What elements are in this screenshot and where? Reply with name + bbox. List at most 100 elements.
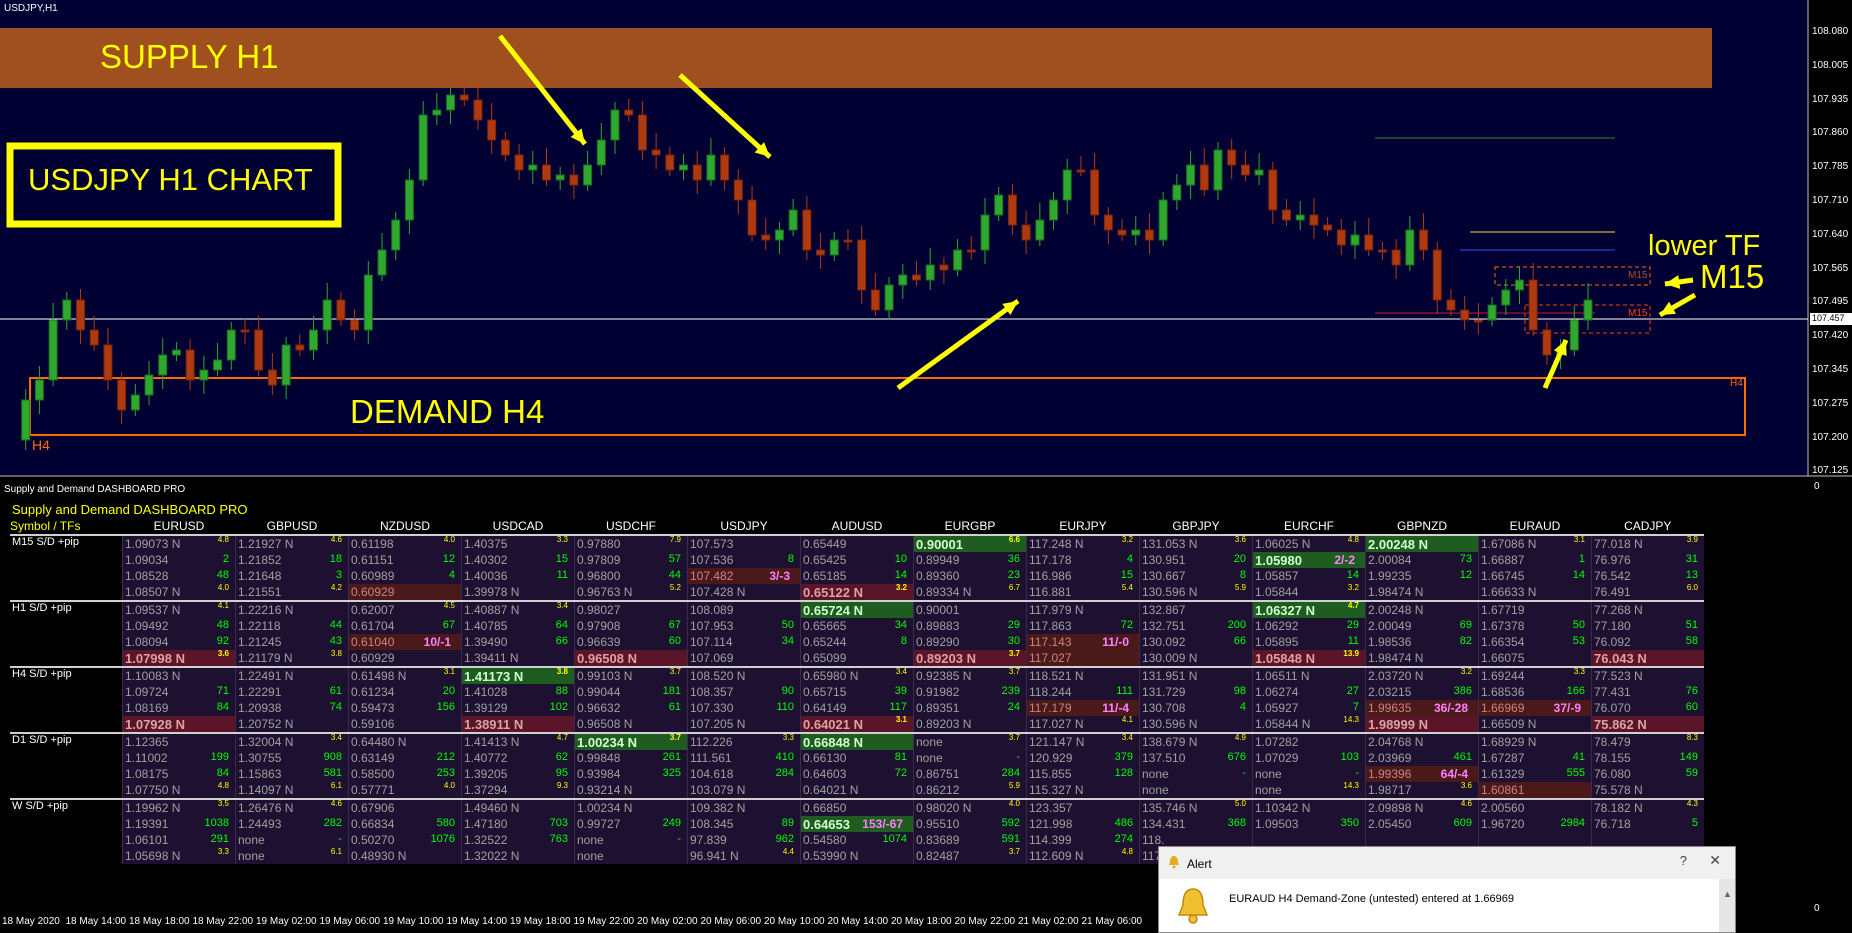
table-cell[interactable]: 1.67287 41: [1478, 750, 1592, 766]
table-cell[interactable]: 0.93214 N: [574, 782, 688, 799]
table-cell[interactable]: 0.60929: [348, 584, 462, 601]
table-cell[interactable]: 1.09724 71: [122, 684, 236, 700]
table-cell[interactable]: 130.596 N 5.9: [1139, 583, 1253, 601]
table-cell[interactable]: none: [1139, 782, 1253, 799]
table-cell[interactable]: 0.89351 24: [913, 700, 1027, 716]
table-cell[interactable]: 0.96763 N 5.2: [574, 583, 688, 601]
table-cell[interactable]: 2.00248 N: [1365, 534, 1479, 552]
table-cell[interactable]: 130.951 20: [1139, 552, 1253, 568]
table-cell[interactable]: 135.746 N 5.0: [1139, 798, 1253, 816]
table-cell[interactable]: 0.89203 N 3.7: [913, 649, 1027, 667]
table-cell[interactable]: 0.66834 580: [348, 816, 462, 832]
table-cell[interactable]: none -: [1139, 766, 1253, 782]
table-cell[interactable]: 1.06101 291: [122, 832, 236, 848]
table-cell[interactable]: 117.979 N: [1026, 600, 1140, 618]
table-cell[interactable]: 116.881 5.4: [1026, 583, 1140, 601]
table-cell[interactable]: 107.330 110: [687, 700, 801, 716]
table-cell[interactable]: 0.64149 117: [800, 700, 914, 716]
table-cell[interactable]: 2.00248 N: [1365, 600, 1479, 618]
table-cell[interactable]: 1.06327 N 4.7: [1252, 600, 1366, 618]
table-cell[interactable]: 0.98027: [574, 600, 688, 618]
table-cell[interactable]: 0.64653 153/-67: [800, 816, 914, 832]
table-cell[interactable]: 1.05848 N 13.9: [1252, 649, 1366, 667]
table-cell[interactable]: 1.60861: [1478, 782, 1592, 799]
table-cell[interactable]: 1.00234 N: [574, 798, 688, 816]
table-cell[interactable]: 107.114 34: [687, 634, 801, 650]
table-cell[interactable]: 1.10083 N: [122, 666, 236, 684]
table-cell[interactable]: 1.21852 18: [235, 552, 349, 568]
table-cell[interactable]: 0.89203 N: [913, 716, 1027, 733]
table-cell[interactable]: 1.21179 N 3.8: [235, 649, 349, 667]
table-cell[interactable]: 1.08507 N 4.0: [122, 583, 236, 601]
table-cell[interactable]: 76.043 N: [1591, 650, 1704, 667]
table-cell[interactable]: 1.21927 N 4.6: [235, 534, 349, 552]
table-cell[interactable]: 1.07928 N: [122, 716, 236, 733]
table-cell[interactable]: 0.65244 8: [800, 634, 914, 650]
table-cell[interactable]: 1.66887 1: [1478, 552, 1592, 568]
table-cell[interactable]: 117.143 11/-0: [1026, 634, 1140, 650]
table-cell[interactable]: 111.561 410: [687, 750, 801, 766]
table-cell[interactable]: 76.491 6.0: [1591, 583, 1704, 601]
table-cell[interactable]: 1.41173 N 3.8: [461, 666, 575, 684]
table-cell[interactable]: 138.679 N 4.9: [1139, 732, 1253, 750]
table-cell[interactable]: 0.89290 30: [913, 634, 1027, 650]
table-cell[interactable]: 0.89949 36: [913, 552, 1027, 568]
table-cell[interactable]: 117.027 N 4.1: [1026, 715, 1140, 733]
table-cell[interactable]: 0.96800 44: [574, 568, 688, 584]
table-cell[interactable]: 1.09537 N 4.1: [122, 600, 236, 618]
table-cell[interactable]: 115.327 N: [1026, 782, 1140, 799]
table-cell[interactable]: 1.96720 2984: [1478, 816, 1592, 832]
table-cell[interactable]: 0.63149 212: [348, 750, 462, 766]
table-cell[interactable]: 1.66633 N: [1478, 584, 1592, 601]
table-cell[interactable]: 2.00049 69: [1365, 618, 1479, 634]
table-cell[interactable]: 78.182 N 4.3: [1591, 798, 1704, 816]
table-cell[interactable]: 0.97908 67: [574, 618, 688, 634]
table-cell[interactable]: 78.155 149: [1591, 750, 1704, 766]
table-cell[interactable]: 0.65715 39: [800, 684, 914, 700]
table-cell[interactable]: 132.867: [1139, 600, 1253, 618]
table-cell[interactable]: 116.986 15: [1026, 568, 1140, 584]
table-cell[interactable]: 107.205 N: [687, 716, 801, 733]
table-cell[interactable]: 109.382 N: [687, 798, 801, 816]
table-cell[interactable]: 0.61151 12: [348, 552, 462, 568]
table-cell[interactable]: 1.24493 282: [235, 816, 349, 832]
table-cell[interactable]: 1.21551 4.2: [235, 583, 349, 601]
table-cell[interactable]: 1.61329 555: [1478, 766, 1592, 782]
table-cell[interactable]: 0.90001 6.6: [913, 534, 1027, 552]
table-cell[interactable]: 108.089: [687, 600, 801, 618]
table-cell[interactable]: 130.667 8: [1139, 568, 1253, 584]
table-cell[interactable]: 76.976 31: [1591, 552, 1704, 568]
table-cell[interactable]: 108.345 89: [687, 816, 801, 832]
table-cell[interactable]: 1.05698 N 3.3: [122, 847, 236, 864]
table-cell[interactable]: none -: [913, 750, 1027, 766]
table-cell[interactable]: 77.180 51: [1591, 618, 1704, 634]
table-cell[interactable]: 104.618 284: [687, 766, 801, 782]
table-cell[interactable]: 0.89360 23: [913, 568, 1027, 584]
table-cell[interactable]: 1.98474 N: [1365, 650, 1479, 667]
table-cell[interactable]: 1.07282: [1252, 732, 1366, 750]
table-cell[interactable]: 137.510 676: [1139, 750, 1253, 766]
table-cell[interactable]: 1.39490 66: [461, 634, 575, 650]
table-cell[interactable]: 108.357 90: [687, 684, 801, 700]
table-cell[interactable]: 112.609 N 4.8: [1026, 847, 1140, 864]
table-cell[interactable]: 0.66130 81: [800, 750, 914, 766]
table-cell[interactable]: 97.839 962: [687, 832, 801, 848]
table-cell[interactable]: 0.86751 284: [913, 766, 1027, 782]
table-cell[interactable]: 1.06511 N: [1252, 666, 1366, 684]
table-cell[interactable]: 118.244 111: [1026, 684, 1140, 700]
table-cell[interactable]: 1.39205 95: [461, 766, 575, 782]
table-cell[interactable]: 78.479 8.3: [1591, 732, 1704, 750]
table-cell[interactable]: 1.09503 350: [1252, 816, 1366, 832]
table-cell[interactable]: 1.98536 82: [1365, 634, 1479, 650]
table-cell[interactable]: 2.04768 N: [1365, 732, 1479, 750]
table-cell[interactable]: 1.05927 7: [1252, 700, 1366, 716]
table-cell[interactable]: 1.08175 84: [122, 766, 236, 782]
table-cell[interactable]: 0.67906: [348, 798, 462, 816]
table-cell[interactable]: 0.95510 592: [913, 816, 1027, 832]
table-cell[interactable]: 1.22216 N: [235, 600, 349, 618]
table-cell[interactable]: 76.092 58: [1591, 634, 1704, 650]
table-cell[interactable]: 0.65980 N 3.4: [800, 666, 914, 684]
table-cell[interactable]: 0.99727 249: [574, 816, 688, 832]
table-cell[interactable]: 114.399 274: [1026, 832, 1140, 848]
table-cell[interactable]: 77.018 N 3.9: [1591, 534, 1704, 552]
